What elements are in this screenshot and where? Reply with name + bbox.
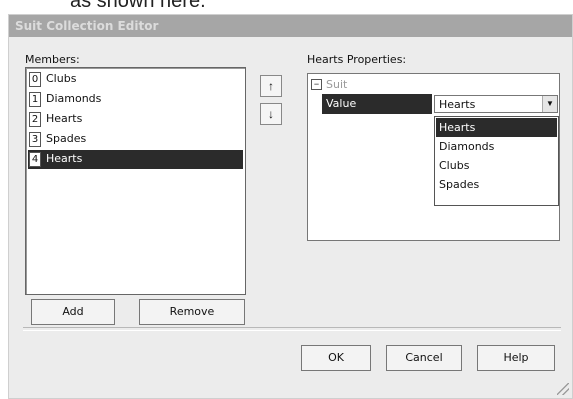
properties-label: Hearts Properties: xyxy=(307,53,407,66)
cancel-button[interactable]: Cancel xyxy=(386,345,462,371)
member-index: 4 xyxy=(29,152,41,167)
dropdown-option-clubs[interactable]: Clubs xyxy=(436,156,557,175)
member-index: 0 xyxy=(29,72,41,87)
ok-button[interactable]: OK xyxy=(301,345,371,371)
caption-text: as shown here. xyxy=(70,0,206,12)
suit-collection-editor-dialog: Suit Collection Editor Members: 0 Clubs … xyxy=(8,14,573,399)
category-name: Suit xyxy=(326,78,348,91)
category-row[interactable]: − Suit xyxy=(308,76,559,94)
member-name: Hearts xyxy=(46,112,83,125)
arrow-down-icon: ↓ xyxy=(268,107,274,121)
help-button[interactable]: Help xyxy=(477,345,555,371)
member-item-hearts[interactable]: 2 Hearts xyxy=(28,110,243,129)
remove-button[interactable]: Remove xyxy=(139,299,245,325)
combo-value: Hearts xyxy=(439,98,476,111)
member-name: Diamonds xyxy=(46,92,102,105)
value-dropdown-list[interactable]: Hearts Diamonds Clubs Spades xyxy=(434,116,559,206)
member-name: Hearts xyxy=(46,152,83,165)
chevron-down-icon[interactable]: ▼ xyxy=(542,96,557,112)
member-item-hearts-selected[interactable]: 4 Hearts xyxy=(28,150,243,169)
add-button[interactable]: Add xyxy=(31,299,115,325)
resize-grip-icon[interactable] xyxy=(557,383,569,395)
property-grid[interactable]: − Suit Value Hearts ▼ Hearts Diamonds Cl… xyxy=(307,73,560,241)
dropdown-option-hearts[interactable]: Hearts xyxy=(436,118,557,137)
dropdown-option-spades[interactable]: Spades xyxy=(436,175,557,194)
member-index: 3 xyxy=(29,132,41,147)
move-down-button[interactable]: ↓ xyxy=(260,103,282,125)
member-name: Spades xyxy=(46,132,87,145)
member-item-clubs[interactable]: 0 Clubs xyxy=(28,70,243,89)
member-item-spades[interactable]: 3 Spades xyxy=(28,130,243,149)
title-bar[interactable]: Suit Collection Editor xyxy=(9,15,572,37)
collapse-icon[interactable]: − xyxy=(311,79,322,90)
members-label: Members: xyxy=(25,53,80,66)
move-up-button[interactable]: ↑ xyxy=(260,75,282,97)
member-index: 2 xyxy=(29,112,41,127)
window-title: Suit Collection Editor xyxy=(15,19,159,33)
dropdown-option-diamonds[interactable]: Diamonds xyxy=(436,137,557,156)
separator xyxy=(23,327,561,331)
members-list[interactable]: 0 Clubs 1 Diamonds 2 Hearts 3 Spades 4 H… xyxy=(25,67,246,295)
value-combobox[interactable]: Hearts ▼ xyxy=(434,95,558,113)
property-row-value[interactable]: Value Hearts ▼ xyxy=(322,94,559,114)
member-item-diamonds[interactable]: 1 Diamonds xyxy=(28,90,243,109)
arrow-up-icon: ↑ xyxy=(268,79,274,93)
property-name[interactable]: Value xyxy=(322,94,432,114)
member-name: Clubs xyxy=(46,72,77,85)
member-index: 1 xyxy=(29,92,41,107)
